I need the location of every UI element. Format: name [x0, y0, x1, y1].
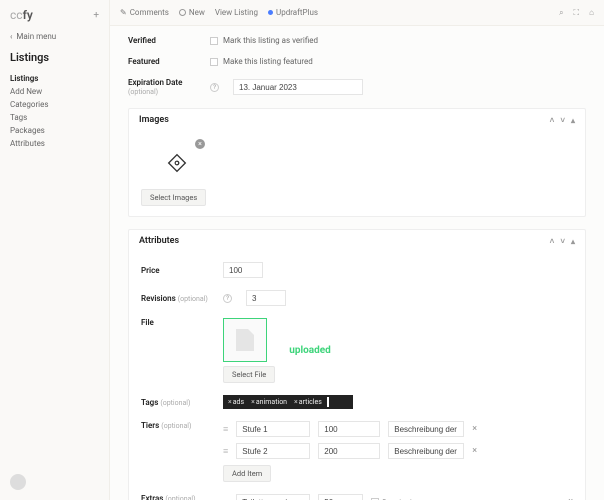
revisions-input[interactable]: [246, 290, 286, 306]
drag-handle-icon[interactable]: ≡: [223, 424, 228, 435]
panel-toggle-icon[interactable]: ▴: [571, 116, 575, 125]
extras-label: Extras (optional): [141, 494, 213, 500]
comment-icon: ✎: [120, 8, 127, 17]
tier-name-input[interactable]: [236, 443, 310, 459]
sidebar: ccfy + Main menu Listings Listings Add N…: [0, 0, 110, 500]
content-scroll[interactable]: Verified Mark this listing as verified F…: [110, 26, 604, 500]
tier-desc-input[interactable]: [388, 421, 464, 437]
verified-text: Mark this listing as verified: [223, 36, 318, 45]
add-tier-button[interactable]: Add Item: [223, 465, 271, 482]
sidebar-item-tags[interactable]: Tags: [10, 111, 99, 124]
sidebar-heading: Listings: [10, 51, 99, 64]
extra-name-input[interactable]: [236, 494, 310, 500]
tier-name-input[interactable]: [236, 421, 310, 437]
file-label: File: [141, 318, 213, 327]
panel-down-icon[interactable]: ˅: [560, 116, 565, 125]
attributes-panel: Attributes ˄ ˅ ▴ Price Revisions (option…: [128, 229, 586, 500]
tags-label: Tags (optional): [141, 398, 213, 407]
extra-row: ≡ Required ×: [223, 494, 573, 500]
tier-price-input[interactable]: [318, 421, 380, 437]
tag-chip[interactable]: articles: [292, 397, 324, 407]
price-label: Price: [141, 266, 213, 275]
drag-handle-icon[interactable]: ≡: [223, 446, 228, 457]
tier-delete-icon[interactable]: ×: [472, 446, 477, 456]
expiration-label: Expiration Date (optional): [128, 78, 200, 96]
revisions-help-icon[interactable]: ?: [223, 294, 232, 303]
uploaded-indicator: uploaded: [289, 345, 331, 356]
tags-input[interactable]: ads animation articles: [223, 395, 353, 409]
topbar-view-listing[interactable]: View Listing: [215, 8, 258, 17]
user-avatar[interactable]: [10, 474, 26, 490]
panel-up-icon[interactable]: ˄: [550, 237, 555, 246]
images-panel: Images ˄ ˅ ▴ × Select Images: [128, 108, 586, 217]
tier-row: ≡ ×: [223, 443, 573, 459]
placeholder-image-icon: [159, 145, 195, 181]
select-images-button[interactable]: Select Images: [141, 189, 206, 206]
drag-handle-icon[interactable]: ≡: [223, 497, 228, 500]
expiration-help-icon[interactable]: ?: [210, 83, 219, 92]
sidebar-item-add-new[interactable]: Add New: [10, 85, 99, 98]
revisions-label: Revisions (optional): [141, 294, 213, 303]
featured-checkbox[interactable]: [210, 58, 218, 66]
home-icon[interactable]: ⌂: [589, 8, 594, 18]
panel-down-icon[interactable]: ˅: [560, 237, 565, 246]
verified-checkbox[interactable]: [210, 37, 218, 45]
back-to-main-menu[interactable]: Main menu: [10, 32, 99, 41]
panel-toggle-icon[interactable]: ▴: [571, 237, 575, 246]
tag-chip[interactable]: ads: [226, 397, 246, 407]
dot-icon: [268, 10, 273, 15]
search-icon[interactable]: ⌕: [559, 8, 563, 18]
tier-row: ≡ ×: [223, 421, 573, 437]
featured-label: Featured: [128, 57, 200, 66]
extra-price-input[interactable]: [318, 494, 363, 500]
topbar-new[interactable]: New: [179, 8, 205, 17]
tiers-label: Tiers (optional): [141, 421, 213, 430]
collapse-sidebar-button[interactable]: +: [93, 10, 99, 21]
file-icon: [236, 329, 254, 351]
image-thumbnail[interactable]: ×: [159, 145, 199, 181]
file-preview[interactable]: [223, 318, 267, 362]
sidebar-nav: Listings Add New Categories Tags Package…: [10, 72, 99, 150]
expiration-input[interactable]: [233, 79, 363, 95]
logo: ccfy +: [10, 8, 99, 22]
verified-label: Verified: [128, 36, 200, 45]
sidebar-item-attributes[interactable]: Attributes: [10, 137, 99, 150]
tier-desc-input[interactable]: [388, 443, 464, 459]
image-delete-icon[interactable]: ×: [195, 139, 205, 149]
topbar-updraftplus[interactable]: UpdraftPlus: [268, 8, 318, 17]
back-label: Main menu: [16, 32, 56, 41]
images-panel-title: Images: [139, 115, 169, 125]
price-input[interactable]: [223, 262, 263, 278]
topbar: ✎Comments New View Listing UpdraftPlus ⌕…: [110, 0, 604, 26]
tier-delete-icon[interactable]: ×: [472, 424, 477, 434]
attributes-panel-title: Attributes: [139, 236, 179, 246]
featured-text: Make this listing featured: [223, 57, 313, 66]
sidebar-item-listings[interactable]: Listings: [10, 72, 99, 85]
panel-up-icon[interactable]: ˄: [550, 116, 555, 125]
tag-chip[interactable]: animation: [249, 397, 289, 407]
logo-prefix: cc: [10, 8, 23, 22]
sidebar-item-packages[interactable]: Packages: [10, 124, 99, 137]
tier-price-input[interactable]: [318, 443, 380, 459]
topbar-comments[interactable]: ✎Comments: [120, 8, 169, 17]
select-file-button[interactable]: Select File: [223, 366, 275, 383]
plus-circle-icon: [179, 9, 186, 16]
sidebar-item-categories[interactable]: Categories: [10, 98, 99, 111]
text-cursor: [327, 397, 329, 407]
logo-suffix: fy: [23, 8, 33, 22]
fullscreen-icon[interactable]: ⛶: [574, 8, 580, 18]
